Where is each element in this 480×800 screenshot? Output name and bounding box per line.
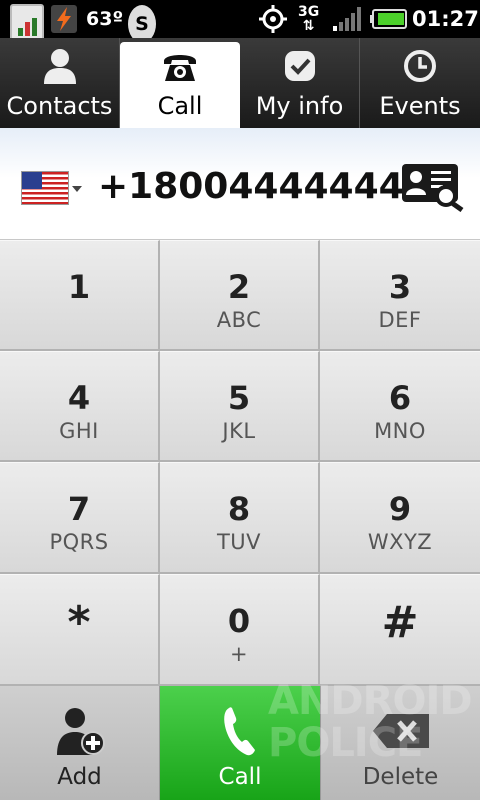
add-contact-button[interactable]: Add <box>0 686 160 800</box>
flash-icon <box>50 0 80 38</box>
key-digit: * <box>67 597 91 648</box>
key-0[interactable]: 0 + <box>160 574 320 686</box>
contact-search-icon[interactable] <box>400 162 466 213</box>
call-label: Call <box>218 764 262 790</box>
handset-icon <box>210 704 270 758</box>
tab-label: Events <box>379 92 461 120</box>
network-arrows-icon: ⇅ <box>302 18 315 34</box>
temperature-text: 63º <box>86 8 124 30</box>
key-3[interactable]: 3 DEF <box>320 240 480 351</box>
key-7[interactable]: 7 PQRS <box>0 462 160 574</box>
phone-icon <box>160 46 200 86</box>
country-dropdown-caret-icon[interactable] <box>72 186 82 192</box>
key-letters: PQRS <box>49 530 109 554</box>
phone-number-field[interactable]: +18004444444 <box>98 166 404 207</box>
key-1[interactable]: 1 <box>0 240 160 351</box>
key-digit: # <box>381 597 419 648</box>
add-label: Add <box>57 764 102 790</box>
backspace-icon <box>371 704 431 758</box>
key-letters: + <box>229 642 249 666</box>
dial-keypad: 1 2 ABC 3 DEF 4 GHI 5 JKL 6 MNO 7 PQRS 8 TUV 9W… <box>0 240 480 686</box>
key-letters: JKL <box>222 419 256 443</box>
tab-events[interactable]: Events <box>360 38 480 128</box>
key-digit: 5 <box>227 379 251 417</box>
key-digit: 4 <box>67 379 91 417</box>
key-star[interactable]: * <box>0 574 160 686</box>
key-digit: 6 <box>388 379 412 417</box>
call-button[interactable]: Call <box>160 686 320 800</box>
key-digit: 8 <box>227 490 251 528</box>
key-digit: 9 <box>388 490 412 528</box>
key-letters: ABC <box>216 308 262 332</box>
tab-bar: Contacts Call My info Events <box>0 38 480 128</box>
action-bar: Add Call Delete <box>0 686 480 800</box>
us-flag-icon[interactable] <box>21 171 69 205</box>
key-digit: 2 <box>227 268 251 306</box>
key-8[interactable]: 8 TUV <box>160 462 320 574</box>
key-letters: TUV <box>216 530 262 554</box>
tab-label: Call <box>157 92 203 120</box>
key-letters: MNO <box>374 419 426 443</box>
clock-time: 01:27 <box>412 7 479 31</box>
key-digit: 3 <box>388 268 412 306</box>
battery-icon <box>370 0 408 38</box>
key-9[interactable]: 9 WXYZ <box>320 462 480 574</box>
gps-icon <box>258 0 288 38</box>
tab-label: Contacts <box>6 92 113 120</box>
checkmark-badge-icon <box>280 46 320 86</box>
key-digit: 0 <box>227 602 251 640</box>
person-icon <box>40 46 80 86</box>
signal-icon <box>332 0 364 38</box>
tab-contacts[interactable]: Contacts <box>0 38 120 128</box>
network-3g-icon: 3G ⇅ <box>298 0 319 38</box>
delete-button[interactable]: Delete <box>320 686 480 800</box>
key-letters: DEF <box>378 308 422 332</box>
status-bar: 63º S 3G ⇅ 01:27 <box>0 0 480 43</box>
number-display: +18004444444 <box>0 128 480 240</box>
key-letters: WXYZ <box>367 530 433 554</box>
key-6[interactable]: 6 MNO <box>320 351 480 462</box>
key-4[interactable]: 4 GHI <box>0 351 160 462</box>
key-digit: 1 <box>67 268 91 306</box>
key-digit: 7 <box>67 490 91 528</box>
tab-label: My info <box>255 92 344 120</box>
key-2[interactable]: 2 ABC <box>160 240 320 351</box>
key-5[interactable]: 5 JKL <box>160 351 320 462</box>
chart-app-icon <box>10 4 44 42</box>
tab-my-info[interactable]: My info <box>240 38 360 128</box>
key-letters: GHI <box>59 419 99 443</box>
tab-call[interactable]: Call <box>120 42 240 128</box>
network-type-text: 3G <box>298 4 320 20</box>
clock-icon <box>400 46 440 86</box>
key-hash[interactable]: # <box>320 574 480 686</box>
add-person-icon <box>50 704 110 758</box>
delete-label: Delete <box>362 764 439 790</box>
